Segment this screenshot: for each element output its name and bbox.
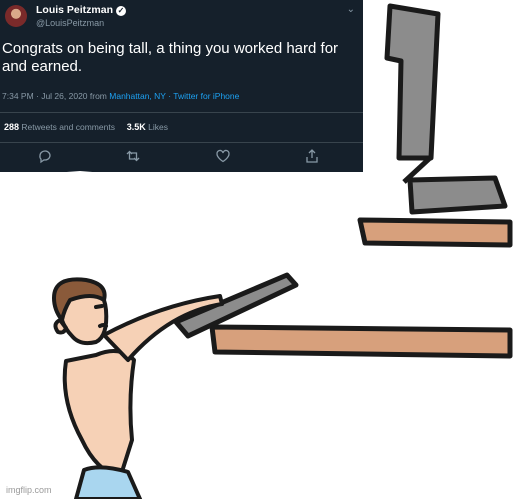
lower-shelf — [209, 324, 513, 359]
short-person — [52, 277, 224, 499]
imgflip-watermark: imgflip.com — [6, 485, 52, 495]
monitor-stand — [384, 3, 508, 215]
torn-edge — [0, 171, 363, 180]
meme-comic — [0, 3, 513, 499]
upper-shelf — [357, 217, 513, 248]
